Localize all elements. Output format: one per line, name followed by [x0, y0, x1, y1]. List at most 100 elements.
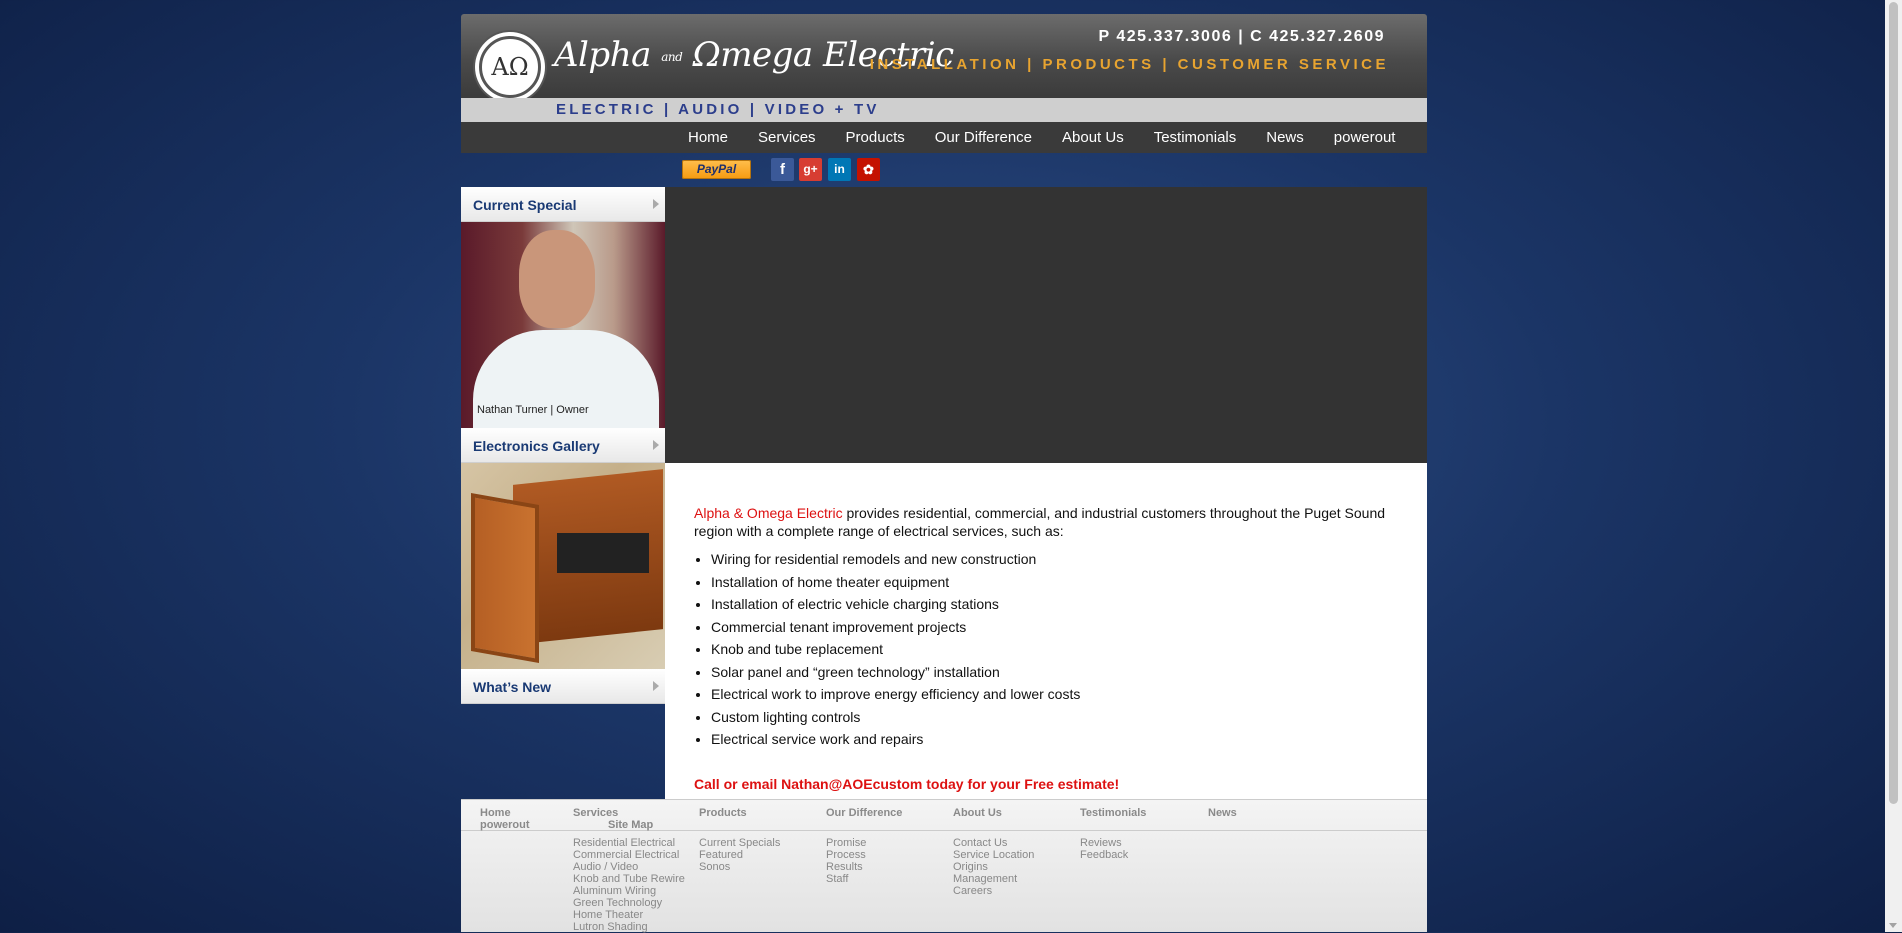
services-tagline: INSTALLATION | PRODUCTS | CUSTOMER SERVI… — [869, 56, 1389, 73]
footer-link[interactable]: Reviews — [1080, 837, 1128, 849]
footer-link[interactable]: Audio / Video — [573, 861, 685, 873]
footer-divider — [461, 830, 1427, 831]
list-item: Custom lighting controls — [711, 706, 1080, 729]
service-list: Wiring for residential remodels and new … — [694, 548, 1080, 751]
call-to-action[interactable]: Call or email Nathan@AOEcustom today for… — [694, 776, 1119, 792]
footer-link[interactable]: Contact Us — [953, 837, 1034, 849]
footer-link[interactable]: Careers — [953, 885, 1034, 897]
brand-name: Alpha & Omega Electric — [694, 505, 843, 521]
footer-link[interactable]: Current Specials — [699, 837, 780, 849]
list-item: Electrical service work and repairs — [711, 728, 1080, 751]
cabinet-door-shape — [471, 493, 539, 663]
footer-link-services[interactable]: Services — [573, 807, 618, 819]
list-item: Wiring for residential remodels and new … — [711, 548, 1080, 571]
sidebar-whats-new[interactable]: What’s New — [461, 669, 665, 704]
footer-link[interactable]: Staff — [826, 873, 866, 885]
footer-link[interactable]: Promise — [826, 837, 866, 849]
nav-about-us[interactable]: About Us — [1047, 122, 1139, 153]
footer-link-testimonials[interactable]: Testimonials — [1080, 807, 1146, 819]
footer-link[interactable]: Process — [826, 849, 866, 861]
yelp-icon[interactable]: ✿ — [857, 158, 880, 181]
footer-link-powerout[interactable]: powerout — [480, 819, 530, 831]
nav-our-difference[interactable]: Our Difference — [920, 122, 1047, 153]
footer-col-news: News — [1208, 807, 1237, 819]
sidebar-whats-new-label: What’s New — [473, 679, 552, 695]
footer-link[interactable]: Home Theater — [573, 909, 685, 921]
phone-numbers: P 425.337.3006 | C 425.327.2609 — [1098, 28, 1385, 45]
logo-name-alpha: Alpha — [554, 35, 651, 75]
logo-icon[interactable]: AΩ — [475, 32, 545, 102]
list-item: Commercial tenant improvement projects — [711, 616, 1080, 639]
footer-link-home[interactable]: Home — [480, 807, 530, 819]
tagline: ELECTRIC | AUDIO | VIDEO + TV — [556, 101, 880, 118]
footer-link[interactable]: Lutron Shading — [573, 921, 685, 933]
scrollbar-thumb[interactable] — [1889, 2, 1898, 804]
main-nav-bar: Home Services Products Our Difference Ab… — [461, 122, 1427, 153]
site-footer: Home powerout Site Map Services Resident… — [461, 799, 1427, 933]
footer-sitemap[interactable]: Site Map — [608, 819, 653, 831]
footer-about-list: Contact Us Service Location Origins Mana… — [953, 837, 1034, 897]
footer-link[interactable]: Results — [826, 861, 866, 873]
footer-link[interactable]: Sonos — [699, 861, 780, 873]
owner-caption: Nathan Turner | Owner — [477, 404, 589, 416]
main-nav: Home Services Products Our Difference Ab… — [673, 122, 1410, 153]
footer-products-list: Current Specials Featured Sonos — [699, 837, 780, 873]
footer-link[interactable]: Feedback — [1080, 849, 1128, 861]
footer-col-difference: Our Difference Promise Process Results S… — [826, 807, 902, 885]
footer-link[interactable]: Origins — [953, 861, 1034, 873]
footer-col-services: Services Residential Electrical Commerci… — [573, 807, 685, 933]
list-item: Knob and tube replacement — [711, 638, 1080, 661]
nav-powerout[interactable]: powerout — [1319, 122, 1411, 153]
main-content: Alpha & Omega Electric provides resident… — [665, 463, 1427, 799]
linkedin-icon[interactable]: in — [828, 158, 851, 181]
owner-photo[interactable]: Nathan Turner | Owner — [461, 222, 665, 428]
footer-services-list: Residential Electrical Commercial Electr… — [573, 837, 685, 933]
footer-link-our-difference[interactable]: Our Difference — [826, 807, 902, 819]
footer-link-news[interactable]: News — [1208, 807, 1237, 819]
gallery-photo[interactable] — [461, 463, 665, 669]
arrow-right-icon — [653, 199, 659, 209]
hero-banner — [665, 187, 1427, 463]
list-item: Solar panel and “green technology” insta… — [711, 661, 1080, 684]
nav-testimonials[interactable]: Testimonials — [1139, 122, 1252, 153]
sidebar-electronics-gallery-label: Electronics Gallery — [473, 438, 600, 454]
logo-monogram: AΩ — [479, 36, 541, 98]
footer-col-products: Products Current Specials Featured Sonos — [699, 807, 780, 873]
footer-testimonials-list: Reviews Feedback — [1080, 837, 1128, 861]
intro-paragraph: Alpha & Omega Electric provides resident… — [694, 504, 1409, 540]
footer-link-products[interactable]: Products — [699, 807, 747, 819]
footer-col-about: About Us Contact Us Service Location Ori… — [953, 807, 1034, 897]
footer-link[interactable]: Green Technology — [573, 897, 685, 909]
audio-unit-shape — [557, 533, 649, 573]
arrow-right-icon — [653, 681, 659, 691]
paypal-button[interactable]: PayPal — [682, 160, 751, 179]
facebook-icon[interactable]: f — [771, 158, 794, 181]
footer-link[interactable]: Residential Electrical — [573, 837, 685, 849]
logo-and: and — [661, 50, 683, 64]
footer-link[interactable]: Management — [953, 873, 1034, 885]
footer-link[interactable]: Knob and Tube Rewire — [573, 873, 685, 885]
tagline-bar: ELECTRIC | AUDIO | VIDEO + TV — [461, 98, 1427, 122]
nav-services[interactable]: Services — [743, 122, 831, 153]
sidebar: Current Special Nathan Turner | Owner El… — [461, 187, 665, 704]
nav-products[interactable]: Products — [831, 122, 920, 153]
sidebar-current-special[interactable]: Current Special — [461, 187, 665, 222]
footer-link[interactable]: Featured — [699, 849, 780, 861]
footer-difference-list: Promise Process Results Staff — [826, 837, 866, 885]
sidebar-electronics-gallery[interactable]: Electronics Gallery — [461, 428, 665, 463]
footer-link[interactable]: Aluminum Wiring — [573, 885, 685, 897]
owner-face — [519, 230, 595, 328]
footer-link[interactable]: Commercial Electrical — [573, 849, 685, 861]
nav-home[interactable]: Home — [673, 122, 743, 153]
google-plus-icon[interactable]: g+ — [799, 158, 822, 181]
page: AΩ Alpha and Ωmega Electric P 425.337.30… — [461, 14, 1427, 933]
footer-link[interactable]: Service Location — [953, 849, 1034, 861]
scroll-down-icon[interactable] — [1889, 923, 1897, 928]
list-item: Installation of electric vehicle chargin… — [711, 593, 1080, 616]
sidebar-current-special-label: Current Special — [473, 197, 577, 213]
page-scrollbar[interactable] — [1885, 0, 1902, 932]
footer-link-about-us[interactable]: About Us — [953, 807, 1002, 819]
nav-news[interactable]: News — [1251, 122, 1319, 153]
social-row: PayPal f g+ in ✿ — [461, 153, 1427, 187]
footer-col-home: Home powerout — [480, 807, 530, 831]
